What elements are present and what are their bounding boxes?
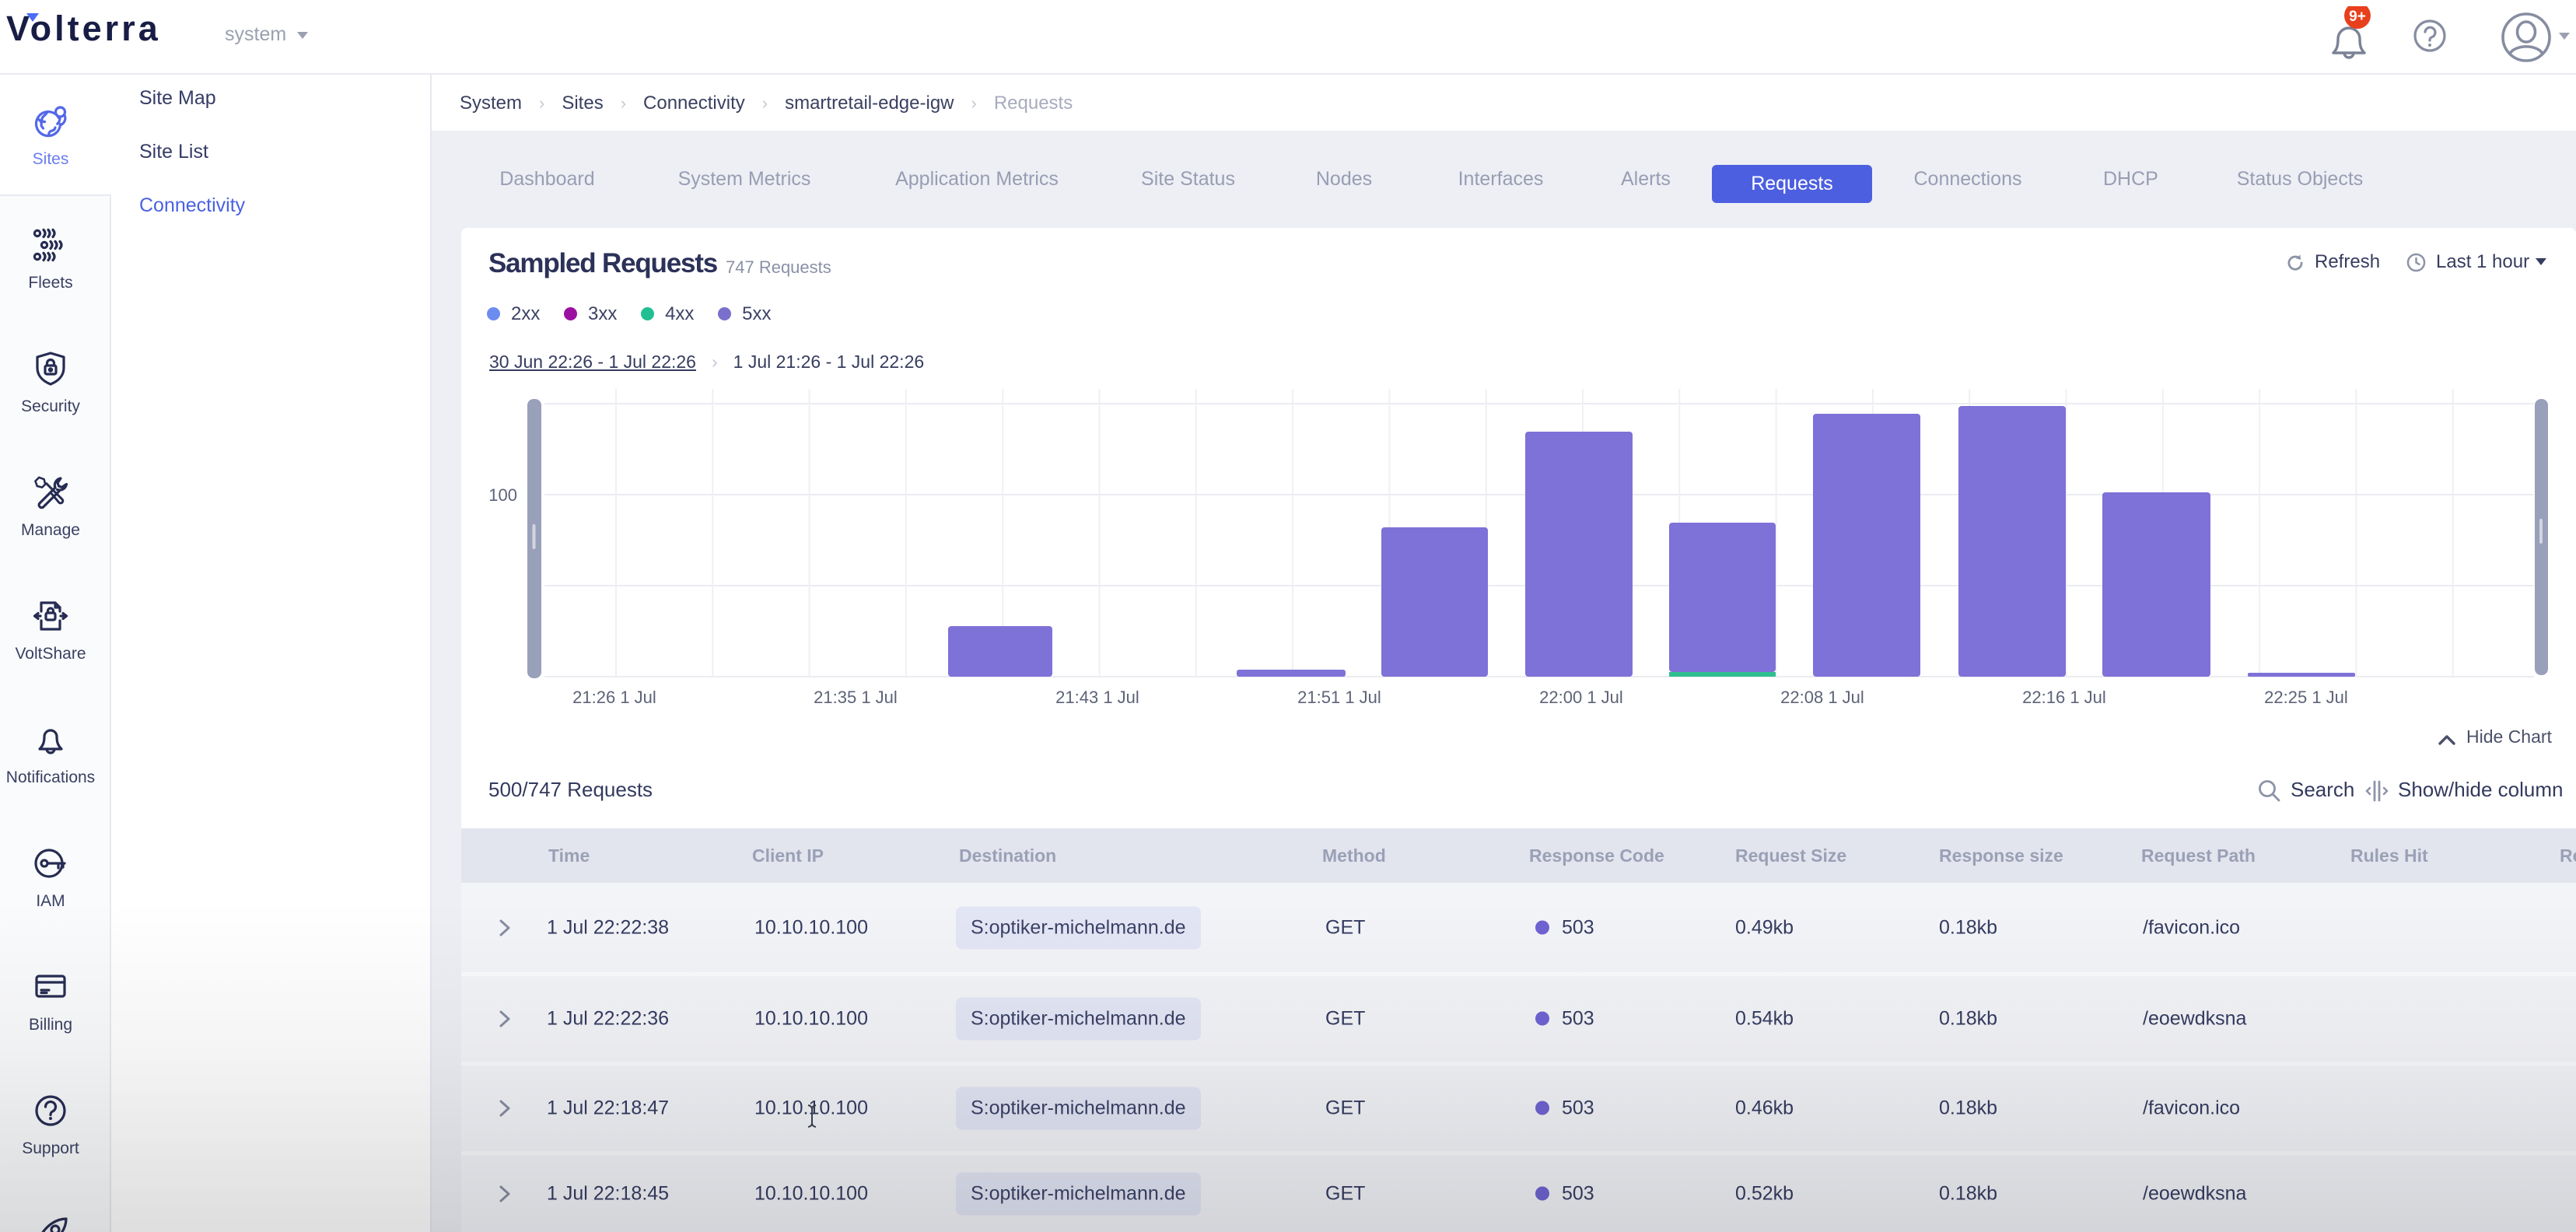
svg-text:9+: 9+: [2349, 9, 2366, 25]
svg-text:21:35 1 Jul: 21:35 1 Jul: [814, 688, 898, 707]
svg-text:21:26 1 Jul: 21:26 1 Jul: [572, 688, 656, 707]
svg-text:22:08 1 Jul: 22:08 1 Jul: [1780, 688, 1864, 707]
svg-text:22:25 1 Jul: 22:25 1 Jul: [2264, 688, 2348, 707]
svg-text:22:16 1 Jul: 22:16 1 Jul: [2022, 688, 2106, 707]
svg-text:21:51 1 Jul: 21:51 1 Jul: [1297, 688, 1381, 707]
svg-text:100: 100: [488, 485, 517, 505]
svg-text:22:00 1 Jul: 22:00 1 Jul: [1539, 688, 1623, 707]
svg-text:21:43 1 Jul: 21:43 1 Jul: [1055, 688, 1139, 707]
